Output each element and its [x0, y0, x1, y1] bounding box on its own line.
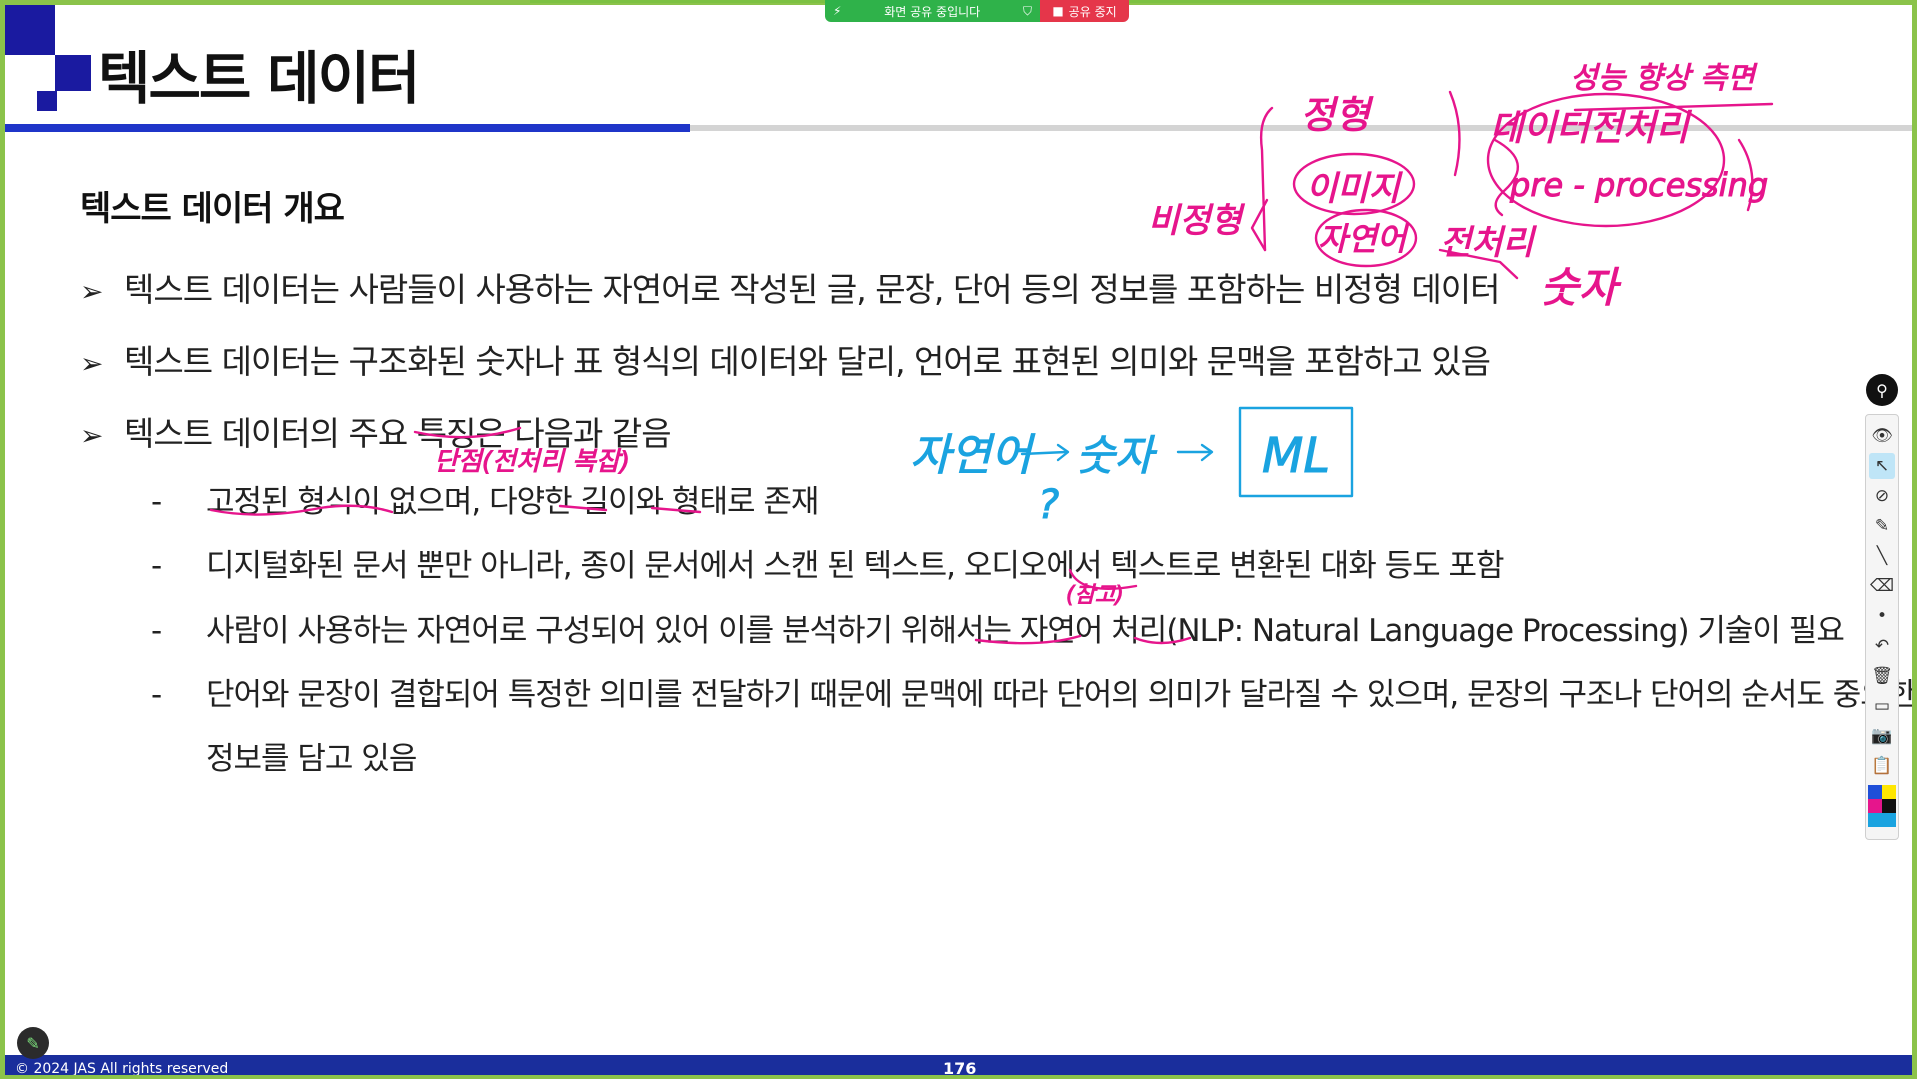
pen-icon: ✎ — [26, 1033, 40, 1053]
color-swatch[interactable] — [1868, 785, 1882, 799]
title-underline — [690, 125, 1912, 131]
copyright-text: © 2024 JAS All rights reserved — [15, 1061, 229, 1075]
sub-bullet-item: - 단어와 문장이 결합되어 특정한 의미를 전달하기 때문에 문맥에 따라 단어… — [151, 677, 1912, 713]
arrow-bullet-icon: ➢ — [80, 347, 103, 380]
trash-icon[interactable]: 🗑 — [1869, 663, 1895, 689]
color-swatch[interactable] — [1868, 813, 1882, 827]
color-swatch[interactable] — [1868, 799, 1882, 813]
color-palette — [1868, 785, 1896, 827]
stop-icon: ■ — [1052, 4, 1064, 18]
arrow-bullet-icon: ➢ — [80, 419, 103, 452]
page-number: 176 — [943, 1059, 977, 1075]
whiteboard-icon[interactable]: ▭ — [1869, 693, 1895, 719]
sub-bullet-continuation: 정보를 담고 있음 — [206, 741, 417, 777]
camera-icon[interactable]: 📷 — [1869, 723, 1895, 749]
sub-bullet-item: - 사람이 사용하는 자연어로 구성되어 있어 이를 분석하기 위해서는 자연어 … — [151, 613, 1845, 649]
pin-icon: ⚲ — [1876, 380, 1888, 400]
title-deco-square — [37, 91, 57, 111]
slide-title: 텍스트 데이터 — [98, 46, 420, 112]
annotation-toolbar-pin[interactable]: ⚲ — [1866, 374, 1898, 406]
shield-icon: ⛉ — [1022, 3, 1032, 18]
undo-icon[interactable]: ↶ — [1869, 633, 1895, 659]
lightning-icon: ⚡ — [833, 4, 842, 18]
title-underline-accent — [5, 124, 690, 132]
eraser-icon[interactable]: ⌫ — [1869, 573, 1895, 599]
dot-icon[interactable]: • — [1869, 603, 1895, 629]
color-swatch[interactable] — [1882, 785, 1896, 799]
no-pen-icon[interactable]: ⊘ — [1869, 483, 1895, 509]
slide: 텍스트 데이터 텍스트 데이터 개요 ➢ 텍스트 데이터는 사람들이 사용하는 자… — [5, 5, 1912, 1075]
sub-bullet-item: - 고정된 형식이 없으며, 다양한 길이와 형태로 존재 — [151, 484, 819, 520]
title-deco-square — [5, 5, 55, 55]
pointer-icon[interactable]: ↖ — [1869, 453, 1895, 479]
share-status[interactable]: ⚡ 화면 공유 중입니다 ⛉ — [825, 0, 1040, 22]
line-icon[interactable]: ╲ — [1869, 543, 1895, 569]
bullet-item: ➢ 텍스트 데이터는 사람들이 사용하는 자연어로 작성된 글, 문장, 단어 등… — [80, 270, 1500, 309]
section-heading: 텍스트 데이터 개요 — [80, 189, 345, 229]
bullet-item: ➢ 텍스트 데이터는 구조화된 숫자나 표 형식의 데이터와 달리, 언어로 표현… — [80, 342, 1491, 381]
highlighter-icon[interactable]: ✎ — [1869, 513, 1895, 539]
annotate-button[interactable]: ✎ — [17, 1027, 49, 1059]
annotation-toolbar: 👁 ↖ ⊘ ✎ ╲ ⌫ • ↶ 🗑 ▭ 📷 📋 — [1865, 414, 1899, 840]
sub-bullet-item: - 디지털화된 문서 뿐만 아니라, 종이 문서에서 스캔 된 텍스트, 오디오에… — [151, 548, 1505, 584]
color-swatch[interactable] — [1882, 799, 1896, 813]
arrow-bullet-icon: ➢ — [80, 275, 103, 308]
stop-share-button[interactable]: ■ 공유 중지 — [1040, 0, 1129, 22]
screen-share-bar: ⚡ 화면 공유 중입니다 ⛉ ■ 공유 중지 — [825, 0, 1129, 22]
clipboard-icon[interactable]: 📋 — [1869, 753, 1895, 779]
bullet-item: ➢ 텍스트 데이터의 주요 특징은 다음과 같음 — [80, 414, 672, 453]
color-swatch[interactable] — [1882, 813, 1896, 827]
title-deco-square — [55, 55, 91, 91]
eye-icon[interactable]: 👁 — [1869, 423, 1895, 449]
